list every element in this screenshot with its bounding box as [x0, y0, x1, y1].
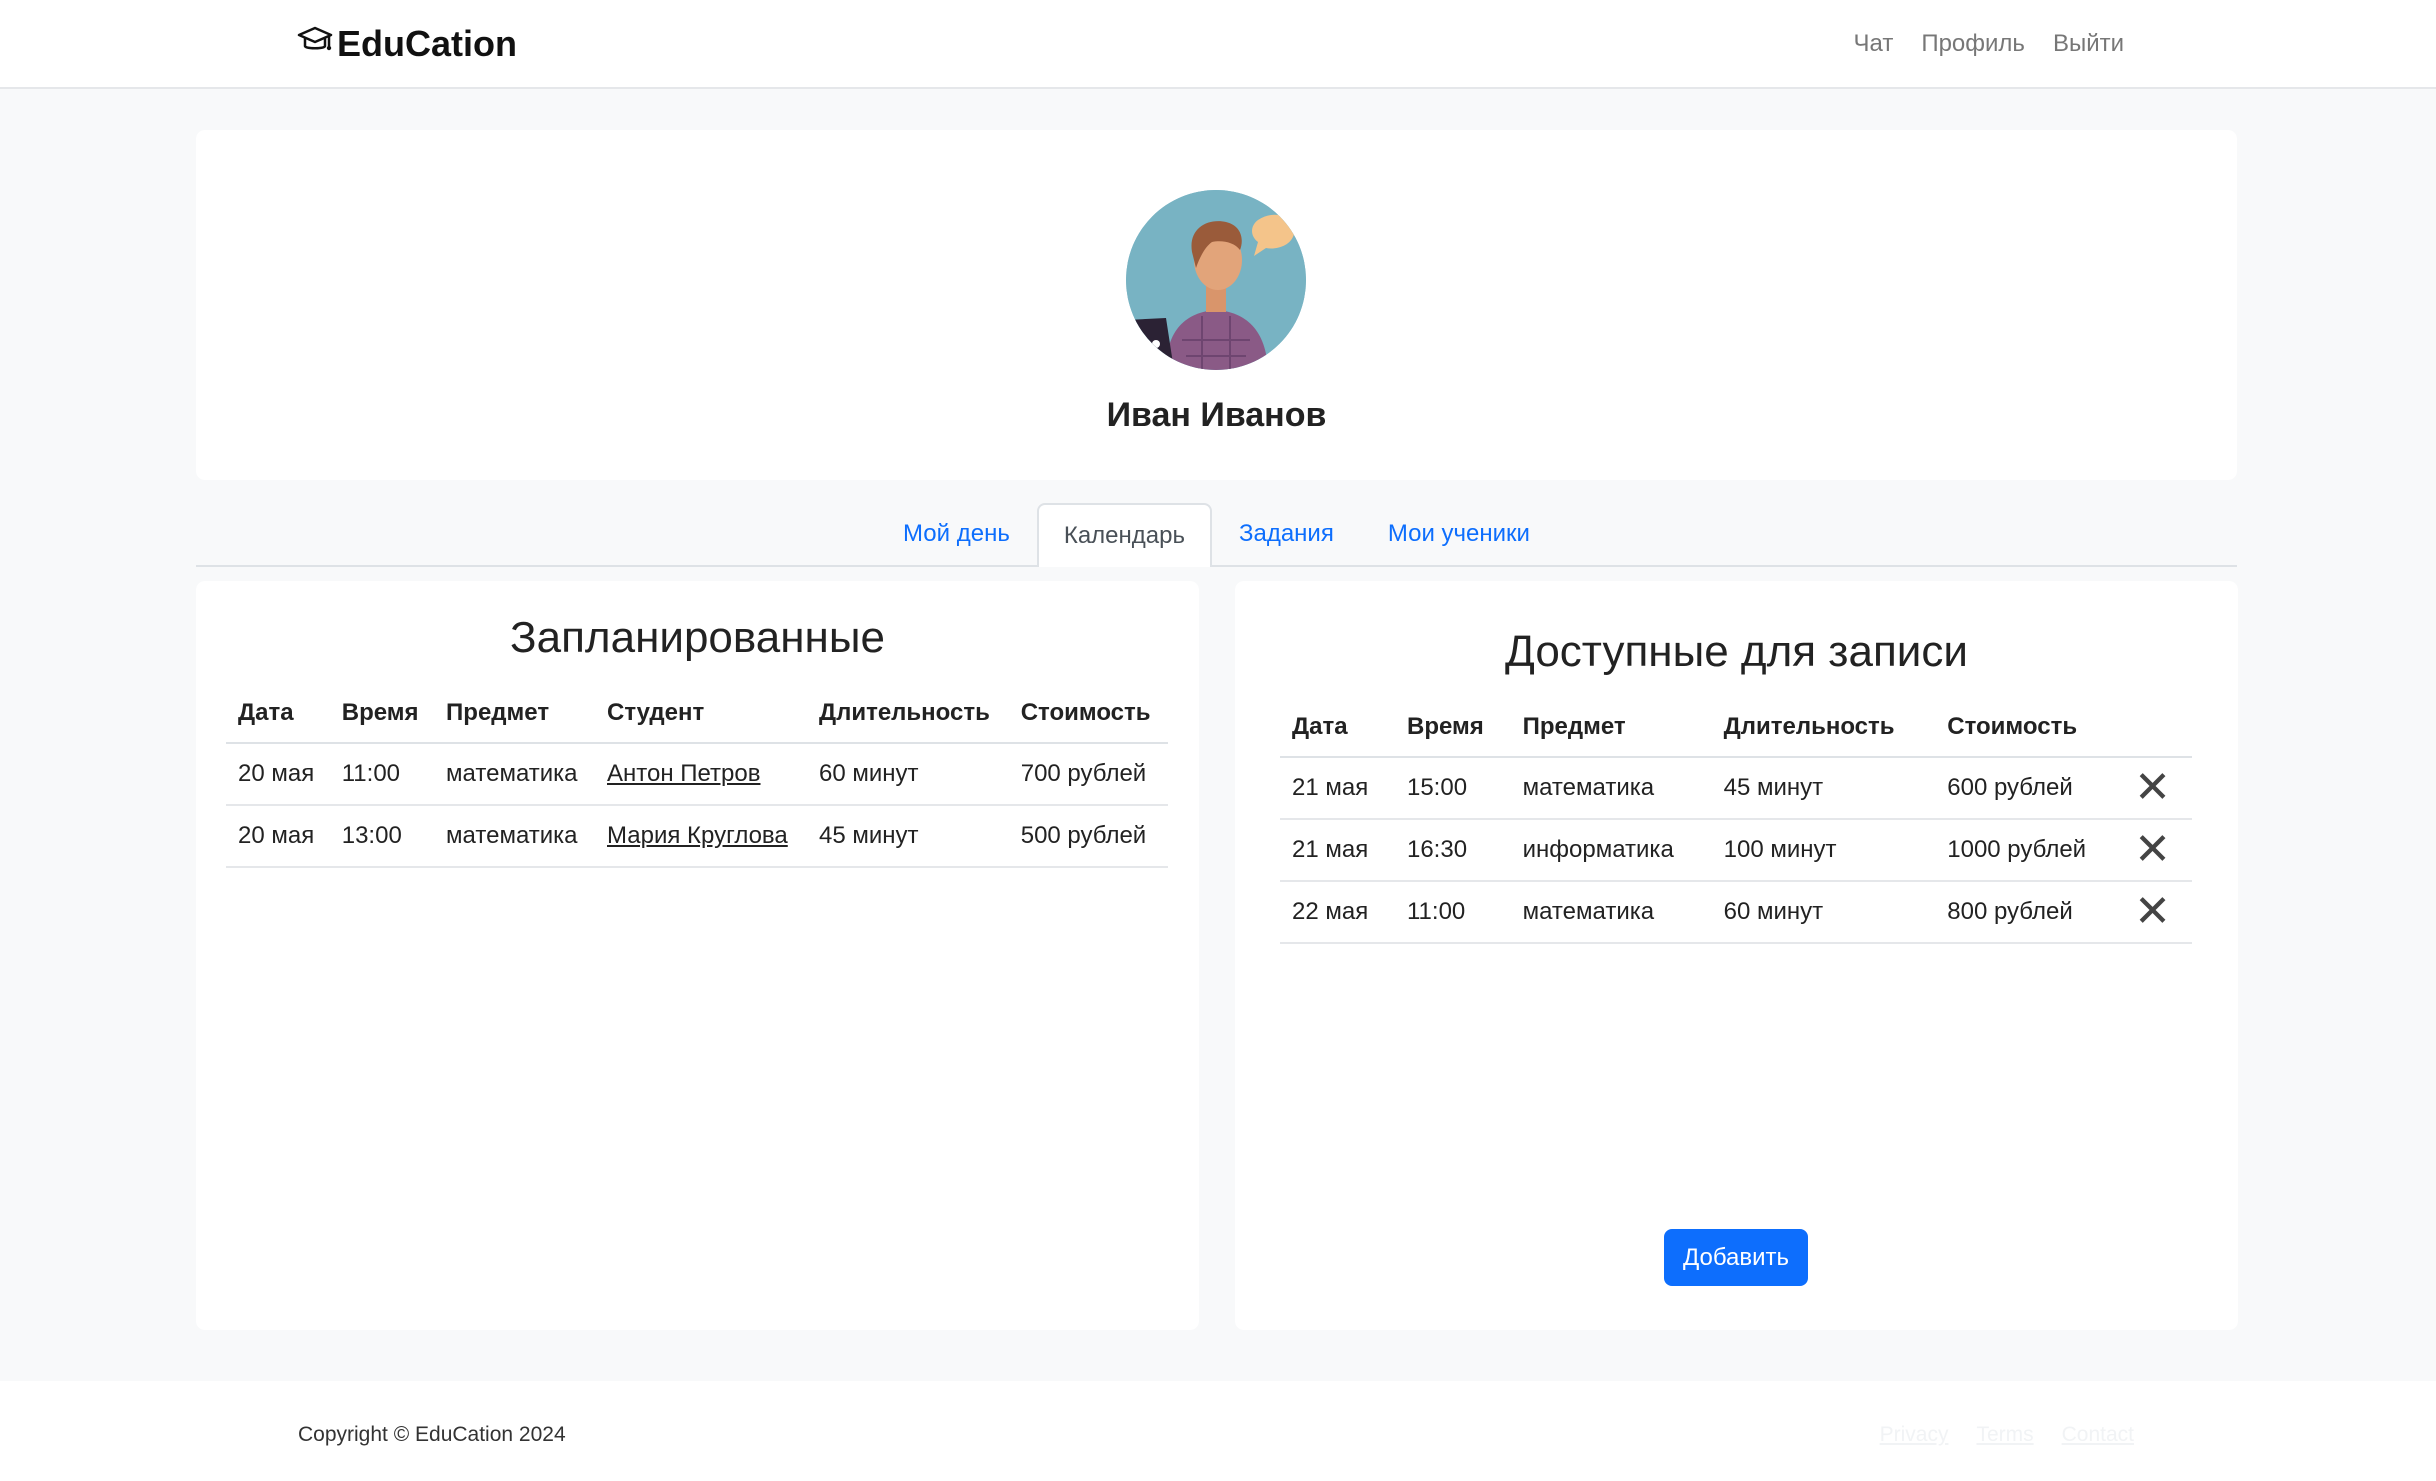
column-header-date: Дата: [1280, 697, 1395, 758]
close-icon[interactable]: ✕: [2134, 887, 2171, 936]
table-row: 21 мая 15:00 математика 45 минут 600 руб…: [1280, 757, 2192, 820]
available-table: Дата Время Предмет Длительность Стоимост…: [1280, 697, 2192, 944]
cell-subject: математика: [434, 743, 595, 806]
close-icon[interactable]: ✕: [2134, 825, 2171, 874]
graduation-cap-icon: [297, 22, 333, 67]
profile-name: Иван Иванов: [1106, 396, 1327, 434]
nav-links: Чат Профиль Выйти: [1854, 22, 2124, 66]
brand-name: EduCation: [337, 23, 517, 64]
cell-date: 20 мая: [226, 805, 330, 868]
table-header-row: Дата Время Предмет Длительность Стоимост…: [1280, 697, 2192, 758]
cell-student: Антон Петров: [595, 743, 807, 806]
cell-actions: ✕: [2122, 881, 2192, 944]
cell-duration: 45 минут: [1711, 757, 1936, 820]
cell-duration: 60 минут: [1711, 881, 1936, 944]
cell-time: 11:00: [1394, 881, 1511, 944]
tabs-bar: Мой день Календарь Задания Мои ученики: [196, 503, 2237, 567]
cell-date: 21 мая: [1280, 819, 1395, 882]
column-header-subject: Предмет: [1510, 697, 1712, 758]
cell-duration: 100 минут: [1711, 819, 1936, 882]
column-header-actions: [2122, 697, 2192, 758]
copyright-text: Copyright © EduCation 2024: [298, 1423, 566, 1446]
cell-time: 16:30: [1394, 819, 1511, 882]
footer-link-privacy[interactable]: Privacy: [1880, 1423, 1949, 1447]
tab-my-students[interactable]: Мои ученики: [1361, 503, 1557, 563]
profile-card: Иван Иванов: [196, 130, 2237, 480]
nav-link-logout[interactable]: Выйти: [2053, 30, 2124, 58]
column-header-price: Стоимость: [1935, 697, 2123, 758]
cell-subject: математика: [1510, 881, 1712, 944]
table-row: 21 мая 16:30 информатика 100 минут 1000 …: [1280, 819, 2192, 882]
cell-actions: ✕: [2122, 757, 2192, 820]
tab-tasks[interactable]: Задания: [1212, 503, 1361, 563]
cell-subject: информатика: [1510, 819, 1712, 882]
column-header-time: Время: [329, 683, 435, 744]
available-panel: Доступные для записи Дата Время Предмет …: [1235, 581, 2238, 1330]
scheduled-panel: Запланированные Дата Время Предмет Студе…: [196, 581, 1199, 1330]
footer-links: Privacy Terms Contact: [1880, 1423, 2134, 1447]
column-header-student: Студент: [595, 683, 807, 744]
scheduled-title: Запланированные: [510, 613, 885, 662]
cell-duration: 45 минут: [806, 805, 1009, 868]
column-header-duration: Длительность: [806, 683, 1009, 744]
cell-subject: математика: [434, 805, 595, 868]
column-header-date: Дата: [226, 683, 330, 744]
footer: Copyright © EduCation 2024 Privacy Terms…: [0, 1381, 2436, 1481]
brand-logo[interactable]: EduCation: [297, 18, 517, 70]
cell-date: 22 мая: [1280, 881, 1395, 944]
student-link[interactable]: Мария Круглова: [607, 822, 788, 849]
cell-time: 15:00: [1394, 757, 1511, 820]
footer-link-contact[interactable]: Contact: [2062, 1423, 2134, 1447]
cell-price: 600 рублей: [1935, 757, 2123, 820]
table-row: 22 мая 11:00 математика 60 минут 800 руб…: [1280, 881, 2192, 944]
cell-duration: 60 минут: [806, 743, 1009, 806]
column-header-price: Стоимость: [1008, 683, 1168, 744]
avatar: [1126, 190, 1306, 370]
cell-price: 800 рублей: [1935, 881, 2123, 944]
close-icon[interactable]: ✕: [2134, 763, 2171, 812]
column-header-time: Время: [1394, 697, 1511, 758]
column-header-subject: Предмет: [434, 683, 595, 744]
cell-subject: математика: [1510, 757, 1712, 820]
column-header-duration: Длительность: [1711, 697, 1936, 758]
cell-price: 700 рублей: [1008, 743, 1168, 806]
table-header-row: Дата Время Предмет Студент Длительность …: [226, 683, 1168, 744]
table-row: 20 мая 13:00 математика Мария Круглова 4…: [226, 805, 1168, 868]
cell-time: 11:00: [329, 743, 435, 806]
footer-link-terms[interactable]: Terms: [1976, 1423, 2033, 1447]
navbar: EduCation Чат Профиль Выйти: [0, 0, 2436, 89]
cell-price: 500 рублей: [1008, 805, 1168, 868]
add-button[interactable]: Добавить: [1664, 1229, 1808, 1286]
cell-actions: ✕: [2122, 819, 2192, 882]
student-link[interactable]: Антон Петров: [607, 760, 761, 787]
cell-student: Мария Круглова: [595, 805, 807, 868]
cell-date: 20 мая: [226, 743, 330, 806]
tab-list: Мой день Календарь Задания Мои ученики: [196, 503, 2237, 567]
cell-date: 21 мая: [1280, 757, 1395, 820]
nav-link-profile[interactable]: Профиль: [1921, 30, 2025, 58]
cell-time: 13:00: [329, 805, 435, 868]
cell-price: 1000 рублей: [1935, 819, 2123, 882]
tab-calendar[interactable]: Календарь: [1036, 503, 1212, 567]
scheduled-table: Дата Время Предмет Студент Длительность …: [226, 683, 1168, 868]
nav-link-chat[interactable]: Чат: [1854, 30, 1894, 58]
table-row: 20 мая 11:00 математика Антон Петров 60 …: [226, 743, 1168, 806]
available-title: Доступные для записи: [1505, 627, 1968, 676]
tab-my-day[interactable]: Мой день: [876, 503, 1037, 563]
